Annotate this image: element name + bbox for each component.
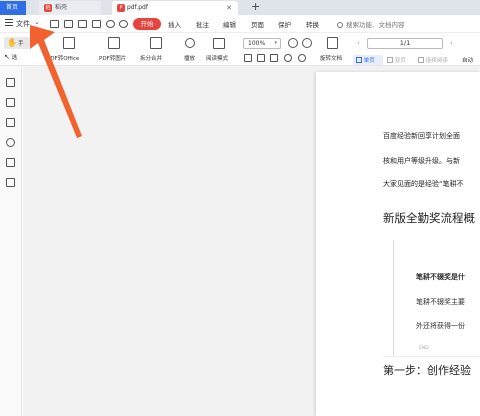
tab-daoke-label: 稻壳 (55, 4, 68, 11)
page-number-value: 1/1 (399, 39, 411, 47)
page-number-input[interactable]: 1/1 (367, 38, 443, 49)
quote-line: 笔耕不辍奖主要 (416, 298, 465, 306)
zoom-value: 100% (248, 40, 266, 47)
tab-pdf-label: pdf.pdf (127, 4, 148, 11)
single-page-icon (356, 57, 362, 63)
quote-end: END (419, 346, 429, 351)
prev-page-icon[interactable]: ‹ (357, 39, 360, 47)
single-page-label: 单页 (356, 56, 375, 64)
zoom-select[interactable]: 100% ▾ (243, 38, 281, 49)
signature-icon[interactable] (6, 158, 15, 167)
tab-home[interactable]: 首页 (0, 1, 26, 15)
auto-scroll-button[interactable]: 自动 (462, 56, 473, 64)
rotate-doc-button[interactable]: 旋转文档 (320, 54, 342, 62)
doc-line: 核和用户等级升级。与新 (383, 157, 460, 165)
rotate-doc-icon (327, 37, 338, 49)
book-icon (213, 38, 225, 49)
bookmark-icon[interactable] (6, 78, 15, 87)
pdf-to-office-icon (63, 37, 75, 49)
double-page-text: 双页 (394, 58, 406, 64)
pdf-to-image-icon (108, 37, 120, 49)
double-page-button[interactable]: 双页 (387, 56, 406, 64)
next-page-icon[interactable]: › (450, 39, 453, 47)
tab-pdf[interactable]: P pdf.pdf ✕ (112, 1, 238, 15)
hand-icon: ✋ (7, 38, 17, 47)
pdf-page: 百度经验新回享计划全面 核和用户等级升级。与新 大家见面的是经验“笔耕不 新版全… (316, 72, 480, 416)
cursor-icon: ↖ (4, 53, 10, 61)
divider (383, 356, 480, 357)
zoom-in-icon[interactable] (302, 38, 312, 48)
menu-edit[interactable]: 编辑 (223, 19, 236, 29)
toolbar: ✋ 手 ↖ 选 PDF转Office PDF转图片 拆分合并 播放 阅读模式 1… (0, 33, 480, 66)
pdf-to-image-button[interactable]: PDF转图片 (99, 54, 126, 62)
menu-start[interactable]: 开始 (133, 18, 161, 30)
rotate-right-icon[interactable] (298, 54, 306, 62)
close-icon[interactable]: ✕ (226, 1, 232, 15)
layers-icon[interactable] (6, 178, 15, 187)
quote-border (393, 240, 394, 356)
menu-insert[interactable]: 插入 (168, 19, 181, 29)
open-folder-icon[interactable] (50, 20, 59, 28)
search-icon (337, 22, 343, 28)
redo-icon[interactable] (119, 20, 128, 28)
search-box[interactable]: 搜索功能、文档内容 (337, 19, 405, 29)
comment-icon[interactable] (6, 118, 15, 127)
menu-file[interactable]: 文件 (16, 19, 30, 29)
select-tool-button[interactable]: ↖ 选 (4, 53, 17, 61)
hand-tool-button[interactable]: ✋ 手 (4, 37, 30, 49)
select-tool-label: 选 (11, 55, 18, 61)
menu-comment[interactable]: 批注 (196, 19, 209, 29)
chevron-down-icon[interactable]: ⌄ (34, 18, 43, 28)
rotate-left-icon[interactable] (284, 54, 292, 62)
tab-bar: 首页 稻 稻壳 P pdf.pdf ✕ + (0, 0, 480, 15)
menu-page[interactable]: 页面 (251, 19, 264, 29)
doc-heading: 第一步：创作经验 (383, 364, 471, 377)
quote-title: 笔耕不辍奖是什 (416, 273, 465, 281)
daoke-icon: 稻 (44, 4, 52, 12)
pdf-icon: P (117, 4, 125, 12)
tab-daoke[interactable]: 稻 稻壳 (39, 1, 101, 15)
new-tab-button[interactable]: + (251, 0, 260, 14)
play-button[interactable]: 播放 (184, 54, 195, 62)
save-icon[interactable] (64, 20, 73, 28)
doc-heading: 新版全勤奖流程概 (383, 211, 475, 225)
split-merge-button[interactable]: 拆分合并 (140, 54, 162, 62)
export-icon[interactable] (92, 20, 101, 28)
attachment-icon[interactable] (6, 138, 15, 147)
continuous-icon (418, 57, 424, 63)
pdf-to-office-button[interactable]: PDF转Office (47, 54, 79, 62)
undo-icon[interactable] (106, 20, 115, 28)
play-icon (185, 38, 195, 48)
left-sidebar (0, 66, 22, 416)
tab-home-label: 首页 (6, 4, 19, 11)
thumbnail-icon[interactable] (6, 98, 15, 107)
hand-tool-label: 手 (18, 41, 24, 47)
fit-width-icon[interactable] (257, 54, 265, 62)
continuous-read-button[interactable]: 连续阅读 (418, 56, 448, 64)
double-page-icon (387, 57, 393, 63)
zoom-out-icon[interactable] (288, 38, 298, 48)
menu-bar: 文件 ⌄ 开始 插入 批注 编辑 页面 保护 转换 搜索功能、文档内容 (0, 15, 480, 33)
print-icon[interactable] (78, 20, 87, 28)
fit-page-icon[interactable] (244, 54, 252, 62)
read-mode-button[interactable]: 阅读模式 (206, 54, 228, 62)
hamburger-icon[interactable] (5, 19, 13, 27)
menu-convert[interactable]: 转换 (306, 19, 319, 29)
quote-line: 外还将获得一份 (416, 322, 465, 330)
doc-line: 百度经验新回享计划全面 (383, 132, 460, 140)
continuous-text: 连续阅读 (425, 58, 448, 64)
actual-size-icon[interactable] (270, 54, 278, 62)
menu-protect[interactable]: 保护 (278, 19, 291, 29)
chevron-down-icon: ▾ (274, 40, 277, 46)
doc-line: 大家见面的是经验“笔耕不 (383, 180, 464, 188)
split-merge-icon (150, 37, 162, 49)
single-page-text: 单页 (363, 58, 375, 64)
search-placeholder: 搜索功能、文档内容 (346, 21, 405, 29)
